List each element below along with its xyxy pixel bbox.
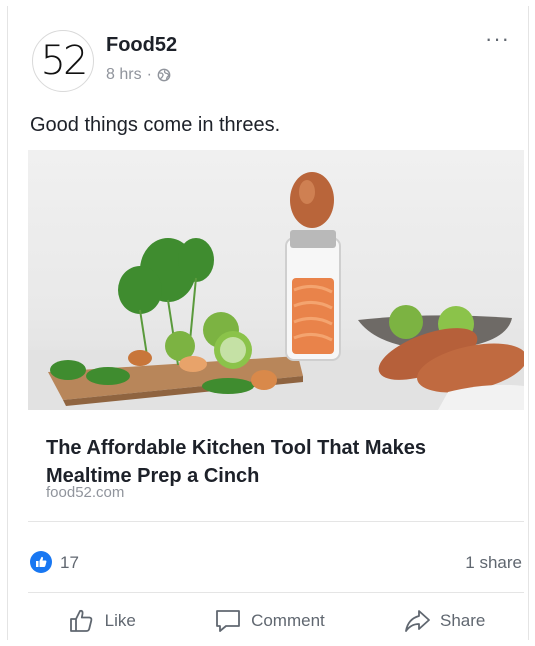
post-meta: 8 hrs · (106, 66, 171, 84)
like-button[interactable]: Like (67, 606, 136, 636)
action-bar: Like Comment Share (28, 602, 524, 640)
like-reaction-icon[interactable] (30, 551, 52, 573)
link-image[interactable] (28, 150, 524, 410)
thumbs-up-icon (69, 609, 92, 632)
avatar-text: 52 (40, 38, 89, 84)
share-arrow-icon (405, 610, 430, 632)
like-count[interactable]: 17 (60, 553, 79, 573)
comment-button[interactable]: Comment (213, 606, 325, 636)
link-title[interactable]: The Affordable Kitchen Tool That Makes M… (46, 434, 516, 490)
comment-label: Comment (251, 611, 325, 630)
post-text: Good things come in threes. (30, 114, 281, 136)
share-count[interactable]: 1 share (465, 553, 522, 573)
post-time[interactable]: 8 hrs (106, 66, 142, 84)
share-label: Share (440, 611, 486, 630)
meta-separator: · (146, 66, 152, 83)
page-name[interactable]: Food52 (106, 34, 177, 57)
like-label: Like (104, 611, 136, 630)
page-avatar[interactable]: 52 (32, 30, 94, 92)
globe-icon[interactable] (157, 68, 171, 82)
action-divider (28, 592, 524, 593)
more-options-button[interactable]: ··· (485, 28, 510, 50)
link-preview[interactable]: The Affordable Kitchen Tool That Makes M… (28, 150, 524, 522)
link-domain: food52.com (46, 484, 125, 501)
comment-icon (216, 610, 240, 632)
share-button[interactable]: Share (402, 606, 485, 636)
post-card: 52 Food52 8 hrs · ··· Good things come i… (7, 6, 529, 640)
